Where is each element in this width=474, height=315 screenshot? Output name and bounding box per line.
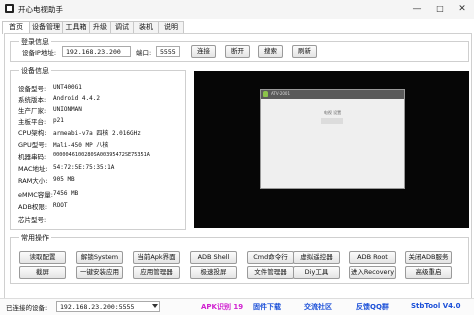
info-value-os: Android 4.4.2 xyxy=(53,95,100,102)
recovery-button[interactable]: 进入Recovery xyxy=(349,266,396,279)
info-value-serial: 0000046100280SA00395472SE75351A xyxy=(53,152,150,158)
apk-identify-link[interactable]: APK识别 19 xyxy=(201,302,243,312)
tab-debug[interactable]: 调试 xyxy=(110,21,134,33)
android-icon xyxy=(263,91,268,97)
app-logo-icon xyxy=(5,4,14,13)
device-status-bar: ATV-2001 xyxy=(261,90,404,99)
common-ops-legend: 常用操作 xyxy=(19,233,51,243)
stop-adb-button[interactable]: 关闭ADB服务 xyxy=(405,251,452,264)
info-value-ram: 905 MB xyxy=(53,176,75,183)
ip-label: 设备IP地址: xyxy=(22,49,57,57)
info-label-gpu: GPU型号: xyxy=(18,141,47,149)
connect-button[interactable]: 连接 xyxy=(191,45,216,58)
info-label-serial: 机器串码: xyxy=(18,153,47,161)
device-screen: ATV-2001 电视 设置 xyxy=(260,89,405,189)
port-input[interactable]: 5555 xyxy=(156,46,180,57)
app-manager-button[interactable]: 应用管理器 xyxy=(133,266,180,279)
info-value-board: p21 xyxy=(53,117,64,124)
device-info-legend: 设备信息 xyxy=(19,66,51,76)
tab-strip: 首页 设备管理 工具箱 升级 调试 装机 说明 xyxy=(0,21,474,34)
firmware-download-link[interactable]: 固件下载 xyxy=(253,302,281,312)
diy-tools-button[interactable]: Diy工具 xyxy=(293,266,340,279)
info-label-model: 设备型号: xyxy=(18,85,47,93)
version-link[interactable]: StbTool V4.0 xyxy=(411,302,461,310)
info-label-chip: 芯片型号: xyxy=(18,216,47,224)
install-app-button[interactable]: 一键安装应用 xyxy=(76,266,123,279)
info-label-cpu: CPU架构: xyxy=(18,129,47,137)
tab-toolbox[interactable]: 工具箱 xyxy=(62,21,90,33)
advanced-reboot-button[interactable]: 高级重启 xyxy=(405,266,452,279)
fast-cast-button[interactable]: 极速投屏 xyxy=(190,266,237,279)
read-config-button[interactable]: 读取配置 xyxy=(19,251,66,264)
disconnect-button[interactable]: 断开 xyxy=(225,45,250,58)
ip-input[interactable]: 192.168.23.200 xyxy=(62,46,131,57)
search-button[interactable]: 搜索 xyxy=(258,45,283,58)
device-select-arrow-icon[interactable] xyxy=(152,304,158,308)
connected-device-label: 已连接的设备: xyxy=(6,304,48,312)
info-label-os: 系统版本: xyxy=(18,96,47,104)
port-label: 端口: xyxy=(136,49,152,57)
cmd-button[interactable]: Cmd命令行 xyxy=(247,251,294,264)
info-value-cpu: armeabi-v7a 四核 2.016GHz xyxy=(53,130,141,137)
screenshot-button[interactable]: 截屏 xyxy=(19,266,66,279)
info-label-adb: ADB权限: xyxy=(18,203,48,211)
device-highlight xyxy=(321,118,343,124)
maximize-button[interactable]: □ xyxy=(429,2,451,16)
minimize-button[interactable]: — xyxy=(406,2,428,16)
tab-install[interactable]: 装机 xyxy=(133,21,159,33)
qq-group-link[interactable]: 反馈QQ群 xyxy=(356,302,389,312)
status-bar: 已连接的设备: 192.168.23.200:5555 APK识别 19 固件下… xyxy=(0,298,474,315)
screen-preview[interactable]: ATV-2001 电视 设置 xyxy=(194,71,469,228)
tab-device-manage[interactable]: 设备管理 xyxy=(29,21,63,33)
login-legend: 登录信息 xyxy=(19,37,51,47)
connected-device-select[interactable]: 192.168.23.200:5555 xyxy=(56,301,160,312)
title-bar: 开心电视助手 — □ ✕ xyxy=(0,0,474,19)
info-value-model: UNT400G1 xyxy=(53,84,82,91)
device-center-text: 电视 设置 xyxy=(323,110,342,115)
tab-help[interactable]: 说明 xyxy=(158,21,184,33)
current-apk-button[interactable]: 当前Apk界面 xyxy=(133,251,180,264)
community-link[interactable]: 交流社区 xyxy=(304,302,332,312)
info-value-mac: 54:72:5E:75:35:1A xyxy=(53,164,115,171)
info-label-mac: MAC地址: xyxy=(18,165,48,173)
tab-upgrade[interactable]: 升级 xyxy=(89,21,111,33)
info-value-emmc: 7456 MB xyxy=(53,190,79,197)
info-value-vendor: UNIONMAN xyxy=(53,106,82,113)
virtual-remote-button[interactable]: 虚拟遥控器 xyxy=(293,251,340,264)
info-label-emmc: eMMC容量: xyxy=(18,191,53,199)
info-label-board: 主板平台: xyxy=(18,118,47,126)
info-value-gpu: Mali-450 MP 八核 xyxy=(53,142,109,149)
close-button[interactable]: ✕ xyxy=(451,2,473,16)
window-title: 开心电视助手 xyxy=(18,5,63,14)
unlock-system-button[interactable]: 解锁System xyxy=(76,251,123,264)
adb-shell-button[interactable]: ADB Shell xyxy=(190,251,237,264)
file-manager-button[interactable]: 文件管理器 xyxy=(247,266,294,279)
device-label: ATV-2001 xyxy=(271,91,290,96)
info-label-ram: RAM大小: xyxy=(18,177,48,185)
info-label-vendor: 生产厂家: xyxy=(18,107,47,115)
refresh-button[interactable]: 刷新 xyxy=(292,45,317,58)
info-value-adb: ROOT xyxy=(53,202,68,209)
adb-root-button[interactable]: ADB Root xyxy=(349,251,396,264)
